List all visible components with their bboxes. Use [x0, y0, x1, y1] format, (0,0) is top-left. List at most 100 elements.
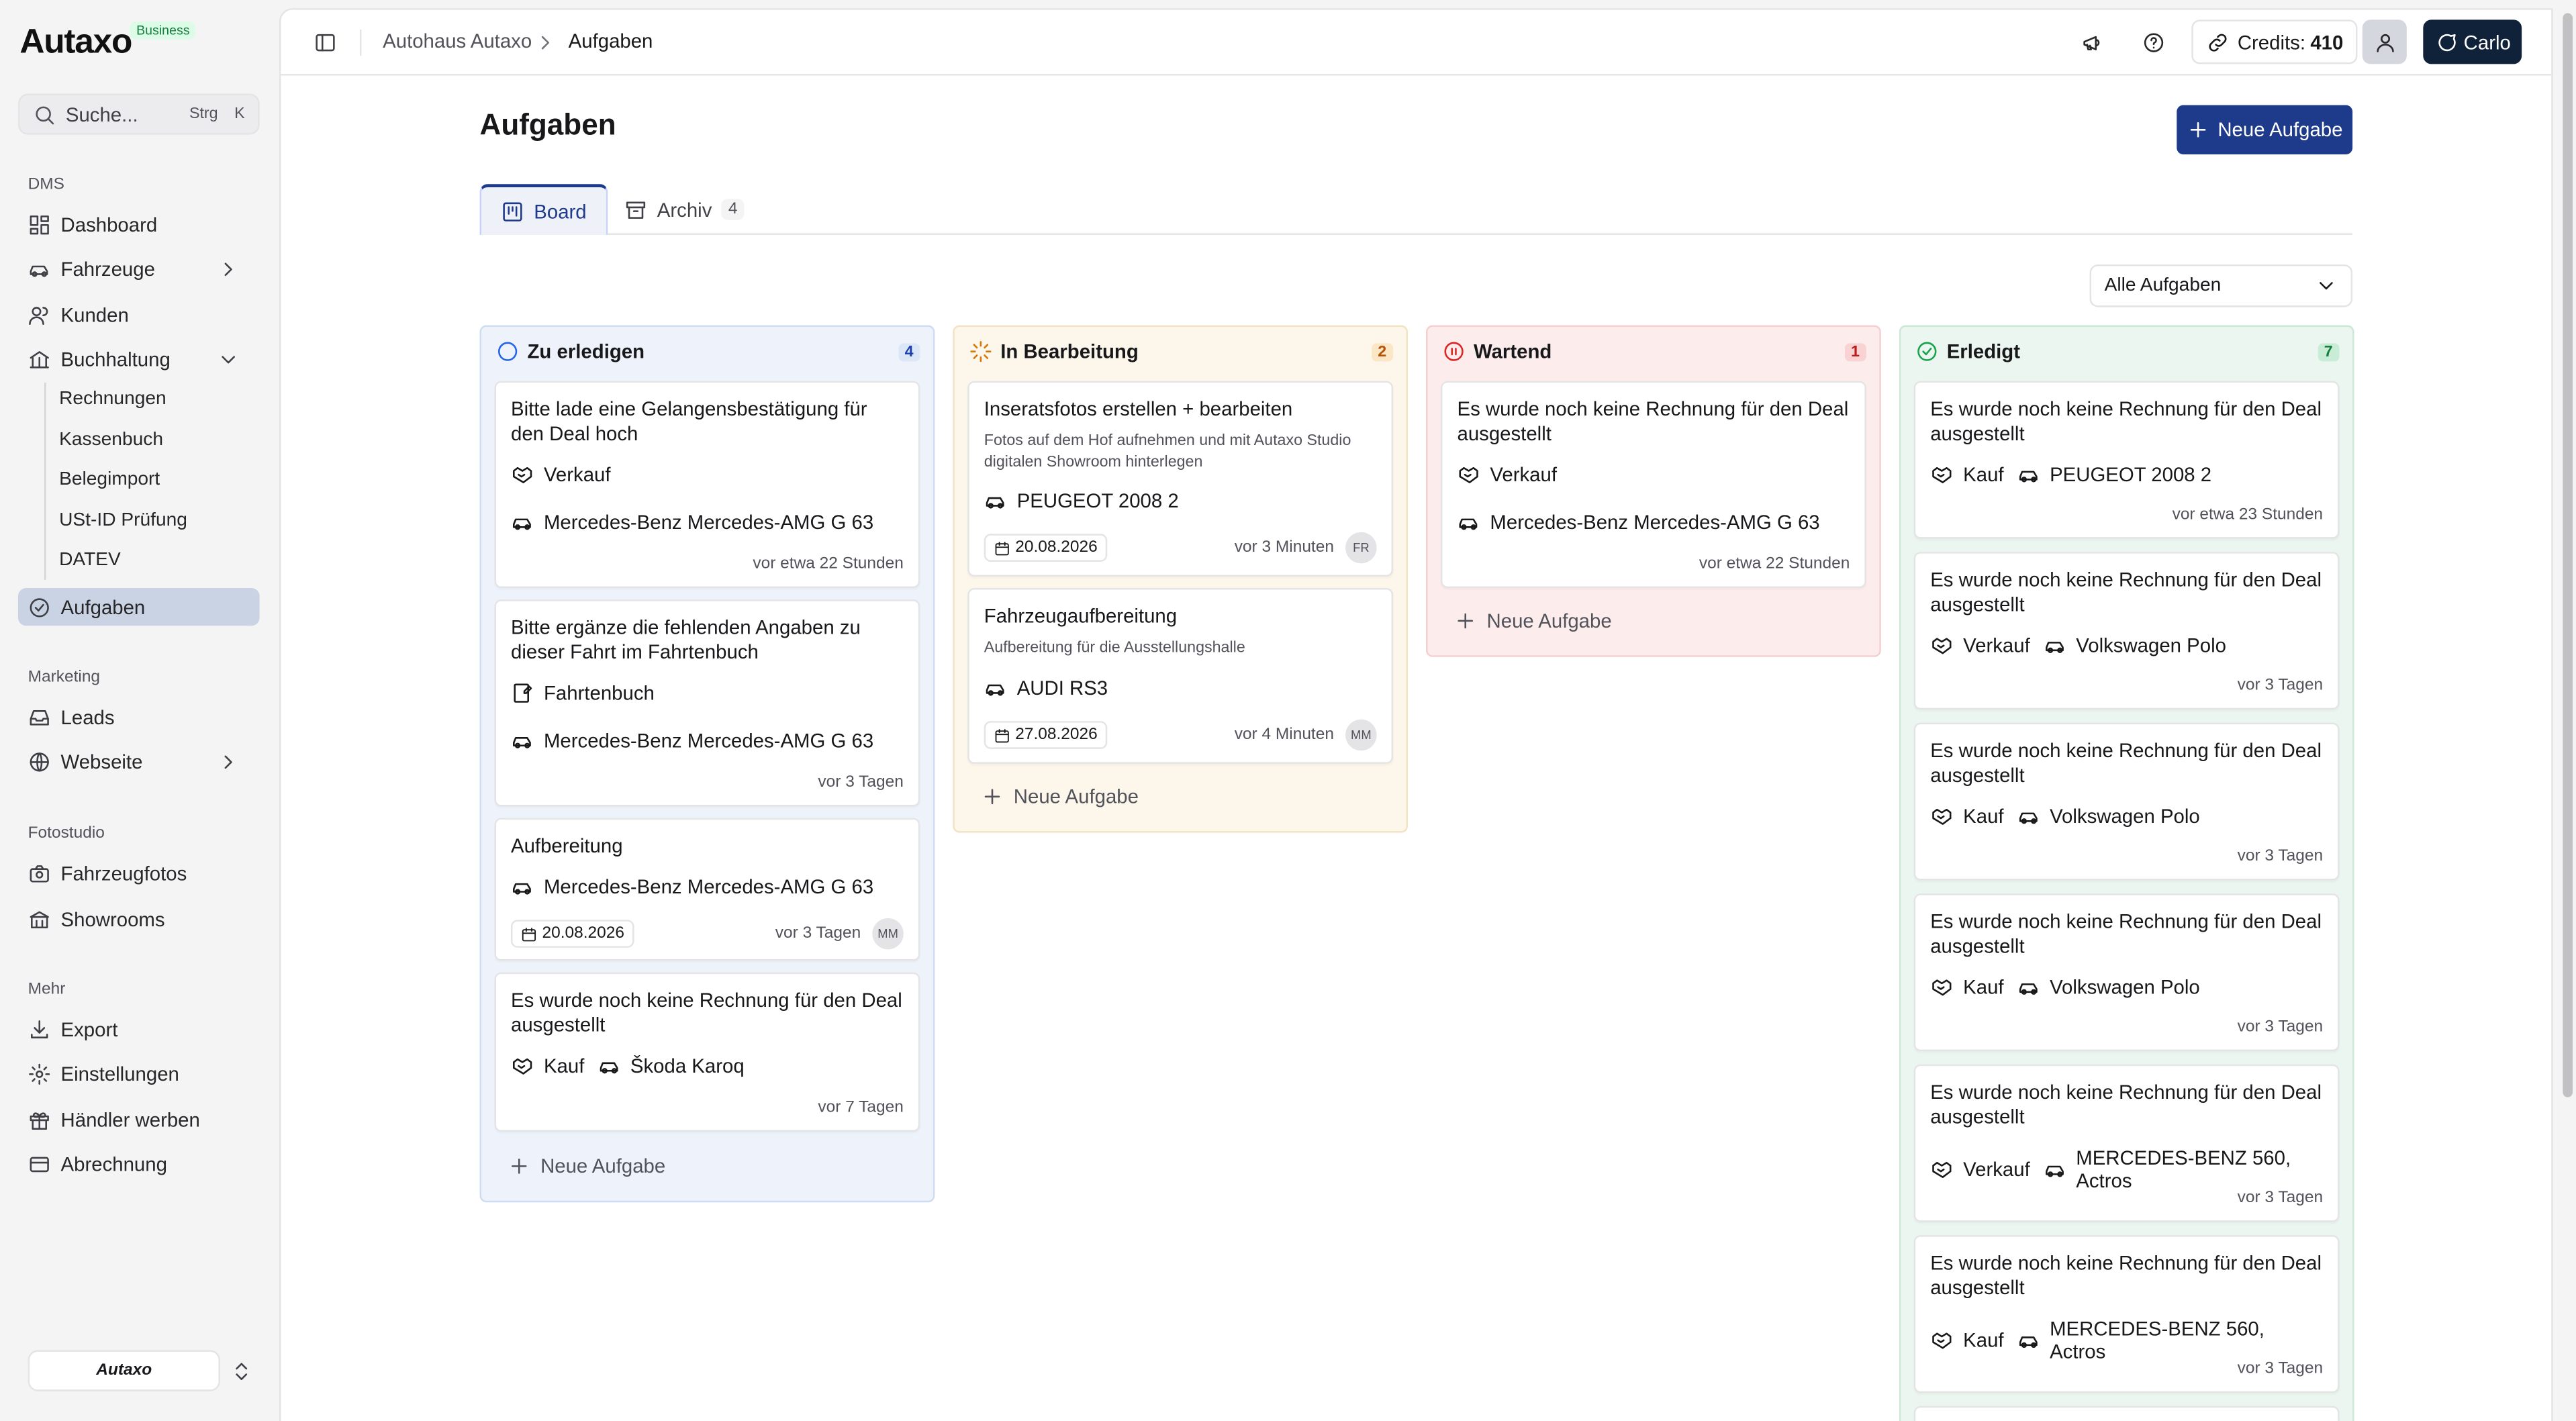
- task-card[interactable]: Bitte ergänze die fehlenden Angaben zu d…: [494, 599, 920, 807]
- add-task-button[interactable]: Neue Aufgabe: [1454, 609, 1612, 632]
- sidebar-subitem-rechnungen[interactable]: Rechnungen: [59, 389, 166, 409]
- deal-type: Verkauf: [1963, 634, 2030, 657]
- vehicle-name: Volkswagen Polo: [2050, 975, 2200, 999]
- task-card[interactable]: Es wurde noch keine Rechnung für den Dea…: [1913, 893, 2340, 1052]
- tab-count: 4: [722, 199, 745, 220]
- sidebar-item-aufgaben[interactable]: Aufgaben: [17, 588, 260, 626]
- sidebar-item-fahrzeugfotos[interactable]: Fahrzeugfotos: [18, 854, 260, 891]
- sidebar-subitem-ustid[interactable]: USt-ID Prüfung: [59, 511, 187, 530]
- handshake-icon: [1930, 976, 1953, 999]
- task-card[interactable]: Bitte lade eine Gelangensbestätigung für…: [494, 381, 920, 589]
- new-task-button[interactable]: Neue Aufgabe: [2177, 105, 2353, 155]
- task-card[interactable]: Fahrzeugaufbereitung Aufbereitung für di…: [967, 588, 1394, 764]
- assignee-avatar[interactable]: FR: [1345, 532, 1377, 564]
- sidebar-item-label: Fahrzeugfotos: [60, 861, 187, 885]
- deal-type: Kauf: [1963, 463, 2004, 487]
- plus-icon: [981, 785, 1004, 808]
- app-logo[interactable]: Autaxo Business: [19, 19, 217, 62]
- task-time: vor 3 Tagen: [818, 773, 904, 792]
- search-input[interactable]: Suche... Strg K: [17, 93, 260, 135]
- sidebar-item-webseite[interactable]: Webseite: [18, 742, 260, 780]
- user-icon: [2373, 30, 2396, 53]
- task-deal: Verkauf: [1457, 463, 1850, 486]
- task-card[interactable]: Inseratsfotos erstellen + bearbeiten Fot…: [967, 381, 1394, 577]
- plus-icon: [2187, 118, 2209, 141]
- handshake-icon: [1930, 1329, 1953, 1352]
- plan-badge: Business: [130, 21, 197, 40]
- search-placeholder: Suche...: [65, 102, 138, 126]
- sidebar-item-fahrzeuge[interactable]: Fahrzeuge: [18, 250, 260, 287]
- chevron-right-icon: [534, 31, 557, 54]
- org-switcher[interactable]: Autaxo: [28, 1350, 220, 1391]
- task-time: vor 3 Minuten: [1234, 538, 1334, 557]
- sidebar-item-kunden[interactable]: Kunden: [18, 295, 260, 333]
- add-task-button[interactable]: Neue Aufgabe: [508, 1155, 665, 1177]
- camera-icon: [28, 861, 51, 884]
- users-icon: [28, 303, 51, 326]
- archive-icon: [624, 198, 647, 221]
- task-card[interactable]: Es wurde noch keine Rechnung für den Dea…: [494, 972, 920, 1132]
- assignee-avatar[interactable]: MM: [1345, 719, 1377, 751]
- sidebar-item-label: Einstellungen: [60, 1061, 179, 1085]
- car-icon: [511, 729, 534, 752]
- sidebar-item-buchhaltung[interactable]: Buchhaltung: [18, 340, 260, 378]
- task-time: vor 3 Tagen: [775, 924, 861, 943]
- globe-icon: [28, 750, 51, 773]
- tab-archiv[interactable]: Archiv 4: [604, 184, 763, 235]
- column-title: Wartend: [1473, 340, 1552, 363]
- breadcrumb-current: Aufgaben: [568, 30, 653, 53]
- calendar-icon: [994, 540, 1010, 556]
- task-filter-select[interactable]: Alle Aufgaben: [2089, 264, 2353, 307]
- task-time: vor 3 Tagen: [2237, 1189, 2324, 1208]
- column-waiting: Wartend 1 Es wurde noch keine Rechnung f…: [1425, 325, 1881, 657]
- task-card[interactable]: Es wurde noch keine Rechnung für den Dea…: [1913, 552, 2340, 710]
- sidebar-item-abrechnung[interactable]: Abrechnung: [18, 1145, 260, 1183]
- task-card[interactable]: Aufbereitung Mercedes-Benz Mercedes-AMG …: [494, 818, 920, 961]
- sidebar-subitem-datev[interactable]: DATEV: [59, 550, 121, 570]
- assignee-avatar[interactable]: MM: [872, 918, 904, 950]
- car-icon: [2043, 1158, 2066, 1181]
- car-icon: [1457, 511, 1480, 534]
- sidebar: Autaxo Business Suche... Strg K DMS Dash…: [0, 0, 279, 1421]
- megaphone-icon[interactable]: [2081, 31, 2104, 54]
- profile-button[interactable]: [2362, 19, 2407, 64]
- page-scrollbar[interactable]: [2559, 0, 2576, 1421]
- add-task-button[interactable]: Neue Aufgabe: [981, 785, 1139, 808]
- sidebar-subitem-belegimport[interactable]: Belegimport: [59, 470, 160, 489]
- sidebar-item-export[interactable]: Export: [18, 1010, 260, 1048]
- tab-board[interactable]: Board: [479, 184, 608, 235]
- sidebar-toggle-icon[interactable]: [314, 31, 336, 54]
- task-deal-vehicle: Kauf PEUGEOT 2008 2: [1930, 463, 2323, 486]
- sidebar-item-showrooms[interactable]: Showrooms: [18, 900, 260, 938]
- task-card[interactable]: Es wurde noch keine Rechnung für den Dea…: [1441, 381, 1866, 589]
- task-card[interactable]: Es wurde noch keine Rechnung für den Dea…: [1913, 381, 2340, 539]
- card-icon: [28, 1153, 51, 1175]
- chevrons-up-down-icon[interactable]: [230, 1360, 253, 1383]
- task-card[interactable]: Es wurde noch keine Rechnung für den Dea…: [1913, 1064, 2340, 1222]
- task-card[interactable]: [1913, 1406, 2340, 1421]
- sidebar-item-label: Aufgaben: [60, 595, 146, 619]
- breadcrumb-autohaus[interactable]: Autohaus Autaxo: [383, 30, 532, 52]
- credits-button[interactable]: Credits: 410: [2191, 19, 2358, 64]
- sidebar-item-haendler-werben[interactable]: Händler werben: [18, 1100, 260, 1138]
- task-time: vor 4 Minuten: [1234, 726, 1334, 744]
- chevron-right-icon: [217, 257, 240, 280]
- sidebar-item-leads[interactable]: Leads: [18, 698, 260, 736]
- plus-icon: [1454, 609, 1477, 632]
- handshake-icon: [1930, 1158, 1953, 1181]
- task-card[interactable]: Es wurde noch keine Rechnung für den Dea…: [1913, 722, 2340, 881]
- sidebar-item-label: Showrooms: [60, 907, 165, 931]
- sidebar-item-dashboard[interactable]: Dashboard: [18, 205, 260, 243]
- sidebar-item-label: Händler werben: [60, 1108, 200, 1131]
- vehicle-name: Mercedes-Benz Mercedes-AMG G 63: [543, 875, 874, 899]
- vehicle-name: MERCEDES-BENZ 560, Actros: [2050, 1317, 2264, 1364]
- task-deal-vehicle: Verkauf MERCEDES-BENZ 560, Actros: [1930, 1146, 2323, 1193]
- dashboard-icon: [28, 213, 51, 236]
- column-done: Erledigt 7 Es wurde noch keine Rechnung …: [1899, 325, 2354, 1421]
- task-card[interactable]: Es wurde noch keine Rechnung für den Dea…: [1913, 1235, 2340, 1393]
- help-icon[interactable]: [2142, 31, 2165, 54]
- sidebar-item-einstellungen[interactable]: Einstellungen: [18, 1055, 260, 1092]
- sidebar-subitem-kassenbuch[interactable]: Kassenbuch: [59, 430, 163, 450]
- scrollbar-thumb[interactable]: [2563, 13, 2573, 1097]
- account-button[interactable]: Carlo: [2423, 19, 2522, 64]
